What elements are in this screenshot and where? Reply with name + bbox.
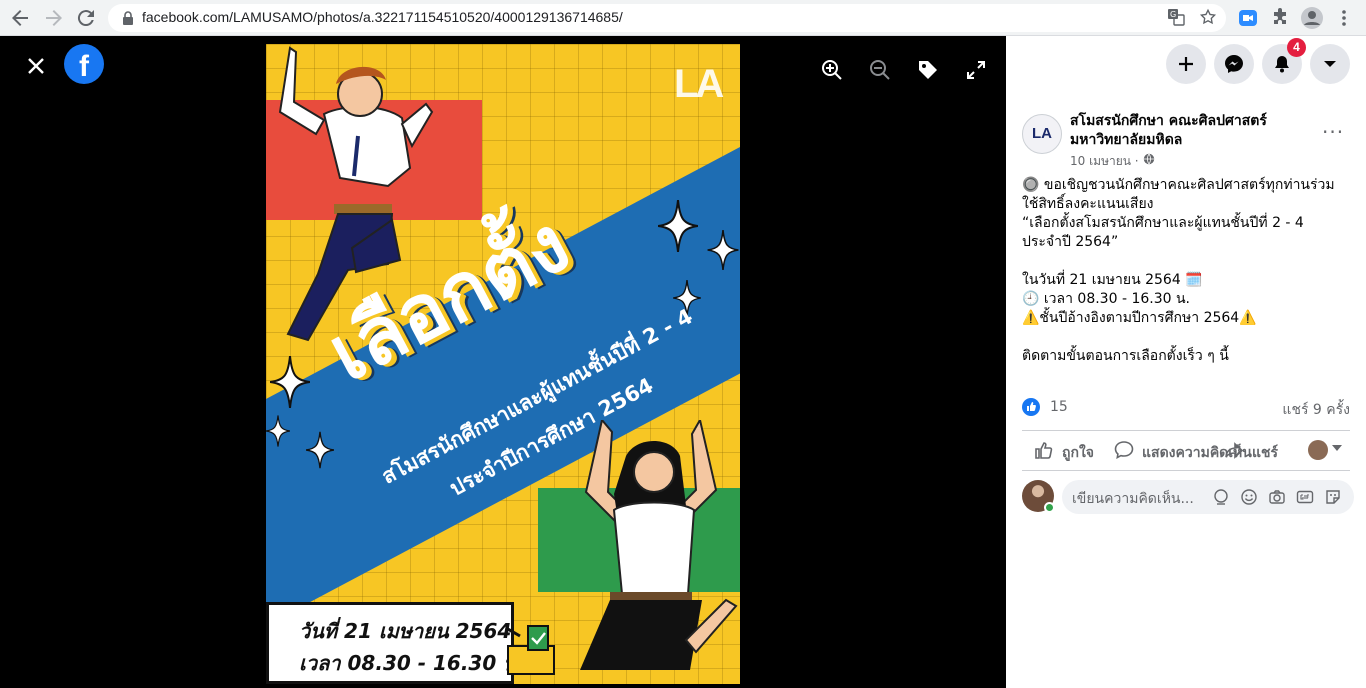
svg-text:G: G (1170, 10, 1176, 19)
audience-avatar[interactable] (1308, 440, 1328, 460)
comment-input[interactable]: เขียนความคิดเห็น... (1062, 480, 1354, 514)
account-menu-button[interactable] (1310, 44, 1350, 84)
more-options-icon[interactable]: ··· (1322, 120, 1344, 144)
create-button[interactable] (1166, 44, 1206, 84)
poster-time: เวลา 08.30 - 16.30 น. (299, 651, 525, 675)
poster-date-box: วันที่ 21 เมษายน 2564 เวลา 08.30 - 16.30… (266, 602, 525, 684)
sparkle-icon (306, 431, 334, 469)
messenger-icon (1225, 55, 1243, 73)
post-text-line: ติดตามขั้นตอนการเลือกตั้งเร็ว ๆ นี้ (1022, 348, 1229, 364)
sparkle-icon (707, 230, 739, 270)
poster-logo: LA (674, 62, 724, 106)
post-text-line: 🔘 ขอเชิญชวนนักศึกษาคณะศิลปศาสตร์ทุกท่านร… (1022, 177, 1335, 193)
sparkle-icon (658, 200, 698, 252)
post-date[interactable]: 10 เมษายน · (1070, 152, 1139, 171)
forward-icon[interactable] (42, 6, 66, 30)
woman-illustration (580, 420, 738, 670)
page-avatar[interactable]: LA (1022, 114, 1062, 154)
globe-icon (1143, 153, 1155, 165)
zoom-extension-icon[interactable] (1236, 6, 1260, 30)
post-text-line: 🕘 เวลา 08.30 - 16.30 น. (1022, 291, 1190, 307)
tag-icon[interactable] (916, 58, 940, 82)
post-text-line: ใช้สิทธิ์ลงคะแนนเสียง (1022, 196, 1154, 212)
post-text-line: ⚠️ชั้นปีอ้างอิงตามปีการศึกษา 2564⚠️ (1022, 310, 1257, 326)
back-icon[interactable] (8, 6, 32, 30)
sparkle-icon (270, 356, 310, 408)
notification-badge: 4 (1287, 38, 1306, 57)
ballot-box-icon (505, 625, 555, 675)
like-label: ถูกใจ (1062, 445, 1094, 461)
close-icon[interactable] (22, 52, 50, 80)
share-count[interactable]: แชร์ 9 ครั้ง (1282, 399, 1350, 421)
photo-viewer: f LA เลือกตั้ง สโมสรนักศึกษาและผู้แทนชั้… (0, 36, 1006, 688)
avatar-sticker-icon[interactable] (1212, 488, 1230, 506)
emoji-icon[interactable] (1240, 488, 1258, 506)
url-text[interactable]: facebook.com/LAMUSAMO/photos/a.322171154… (142, 9, 623, 25)
facebook-logo[interactable]: f (64, 44, 104, 84)
post-text: 🔘 ขอเชิญชวนนักศึกษาคณะศิลปศาสตร์ทุกท่านร… (1022, 176, 1358, 366)
menu-icon[interactable] (1332, 6, 1356, 30)
poster-date: วันที่ 21 เมษายน 2564 (299, 619, 512, 643)
caret-down-icon[interactable] (1332, 445, 1342, 451)
camera-icon[interactable] (1268, 488, 1286, 506)
address-bar[interactable]: facebook.com/LAMUSAMO/photos/a.322171154… (108, 4, 1226, 32)
like-count[interactable]: 15 (1050, 399, 1068, 415)
divider (1022, 430, 1350, 431)
caret-down-icon (1324, 61, 1336, 67)
zoom-out-icon[interactable] (868, 58, 892, 82)
online-status-dot (1044, 502, 1055, 513)
bell-icon (1275, 56, 1289, 73)
post-text-line: ประจำปี 2564” (1022, 234, 1119, 250)
browser-toolbar: facebook.com/LAMUSAMO/photos/a.322171154… (0, 0, 1366, 36)
star-icon[interactable] (1198, 8, 1218, 28)
like-reaction-icon[interactable] (1022, 398, 1040, 416)
messenger-button[interactable] (1214, 44, 1254, 84)
gif-icon[interactable] (1296, 488, 1314, 506)
sparkle-icon (266, 415, 290, 447)
election-poster-image[interactable]: LA เลือกตั้ง สโมสรนักศึกษาและผู้แทนชั้นป… (266, 44, 740, 684)
post-text-line: ในวันที่ 21 เมษายน 2564 🗓️ (1022, 272, 1203, 288)
reload-icon[interactable] (74, 6, 98, 30)
post-text-line: “เลือกตั้งสโมสรนักศึกษาและผู้แทนชั้นปีที… (1022, 215, 1304, 231)
zoom-in-icon[interactable] (820, 58, 844, 82)
page-name-link[interactable]: สโมสรนักศึกษา คณะศิลปศาสตร์ มหาวิทยาลัยม… (1070, 112, 1316, 150)
comment-placeholder: เขียนความคิดเห็น... (1072, 491, 1194, 507)
extensions-icon[interactable] (1268, 6, 1292, 30)
translate-icon[interactable]: G (1166, 8, 1186, 28)
post-text-gap (1022, 252, 1358, 271)
divider (1022, 470, 1350, 471)
fullscreen-icon[interactable] (964, 58, 988, 82)
plus-icon (1179, 57, 1193, 71)
post-sidebar: 4 LA สโมสรนักศึกษา คณะศิลปศาสตร์ มหาวิทย… (1006, 36, 1366, 688)
post-text-gap (1022, 328, 1358, 347)
share-label: แชร์ (1252, 445, 1279, 461)
sticker-icon[interactable] (1324, 488, 1342, 506)
share-arrow-icon (1225, 442, 1244, 459)
lock-icon[interactable] (120, 10, 136, 26)
thumbs-up-icon (1035, 442, 1053, 459)
profile-icon[interactable] (1300, 6, 1324, 30)
comment-icon (1114, 441, 1134, 459)
